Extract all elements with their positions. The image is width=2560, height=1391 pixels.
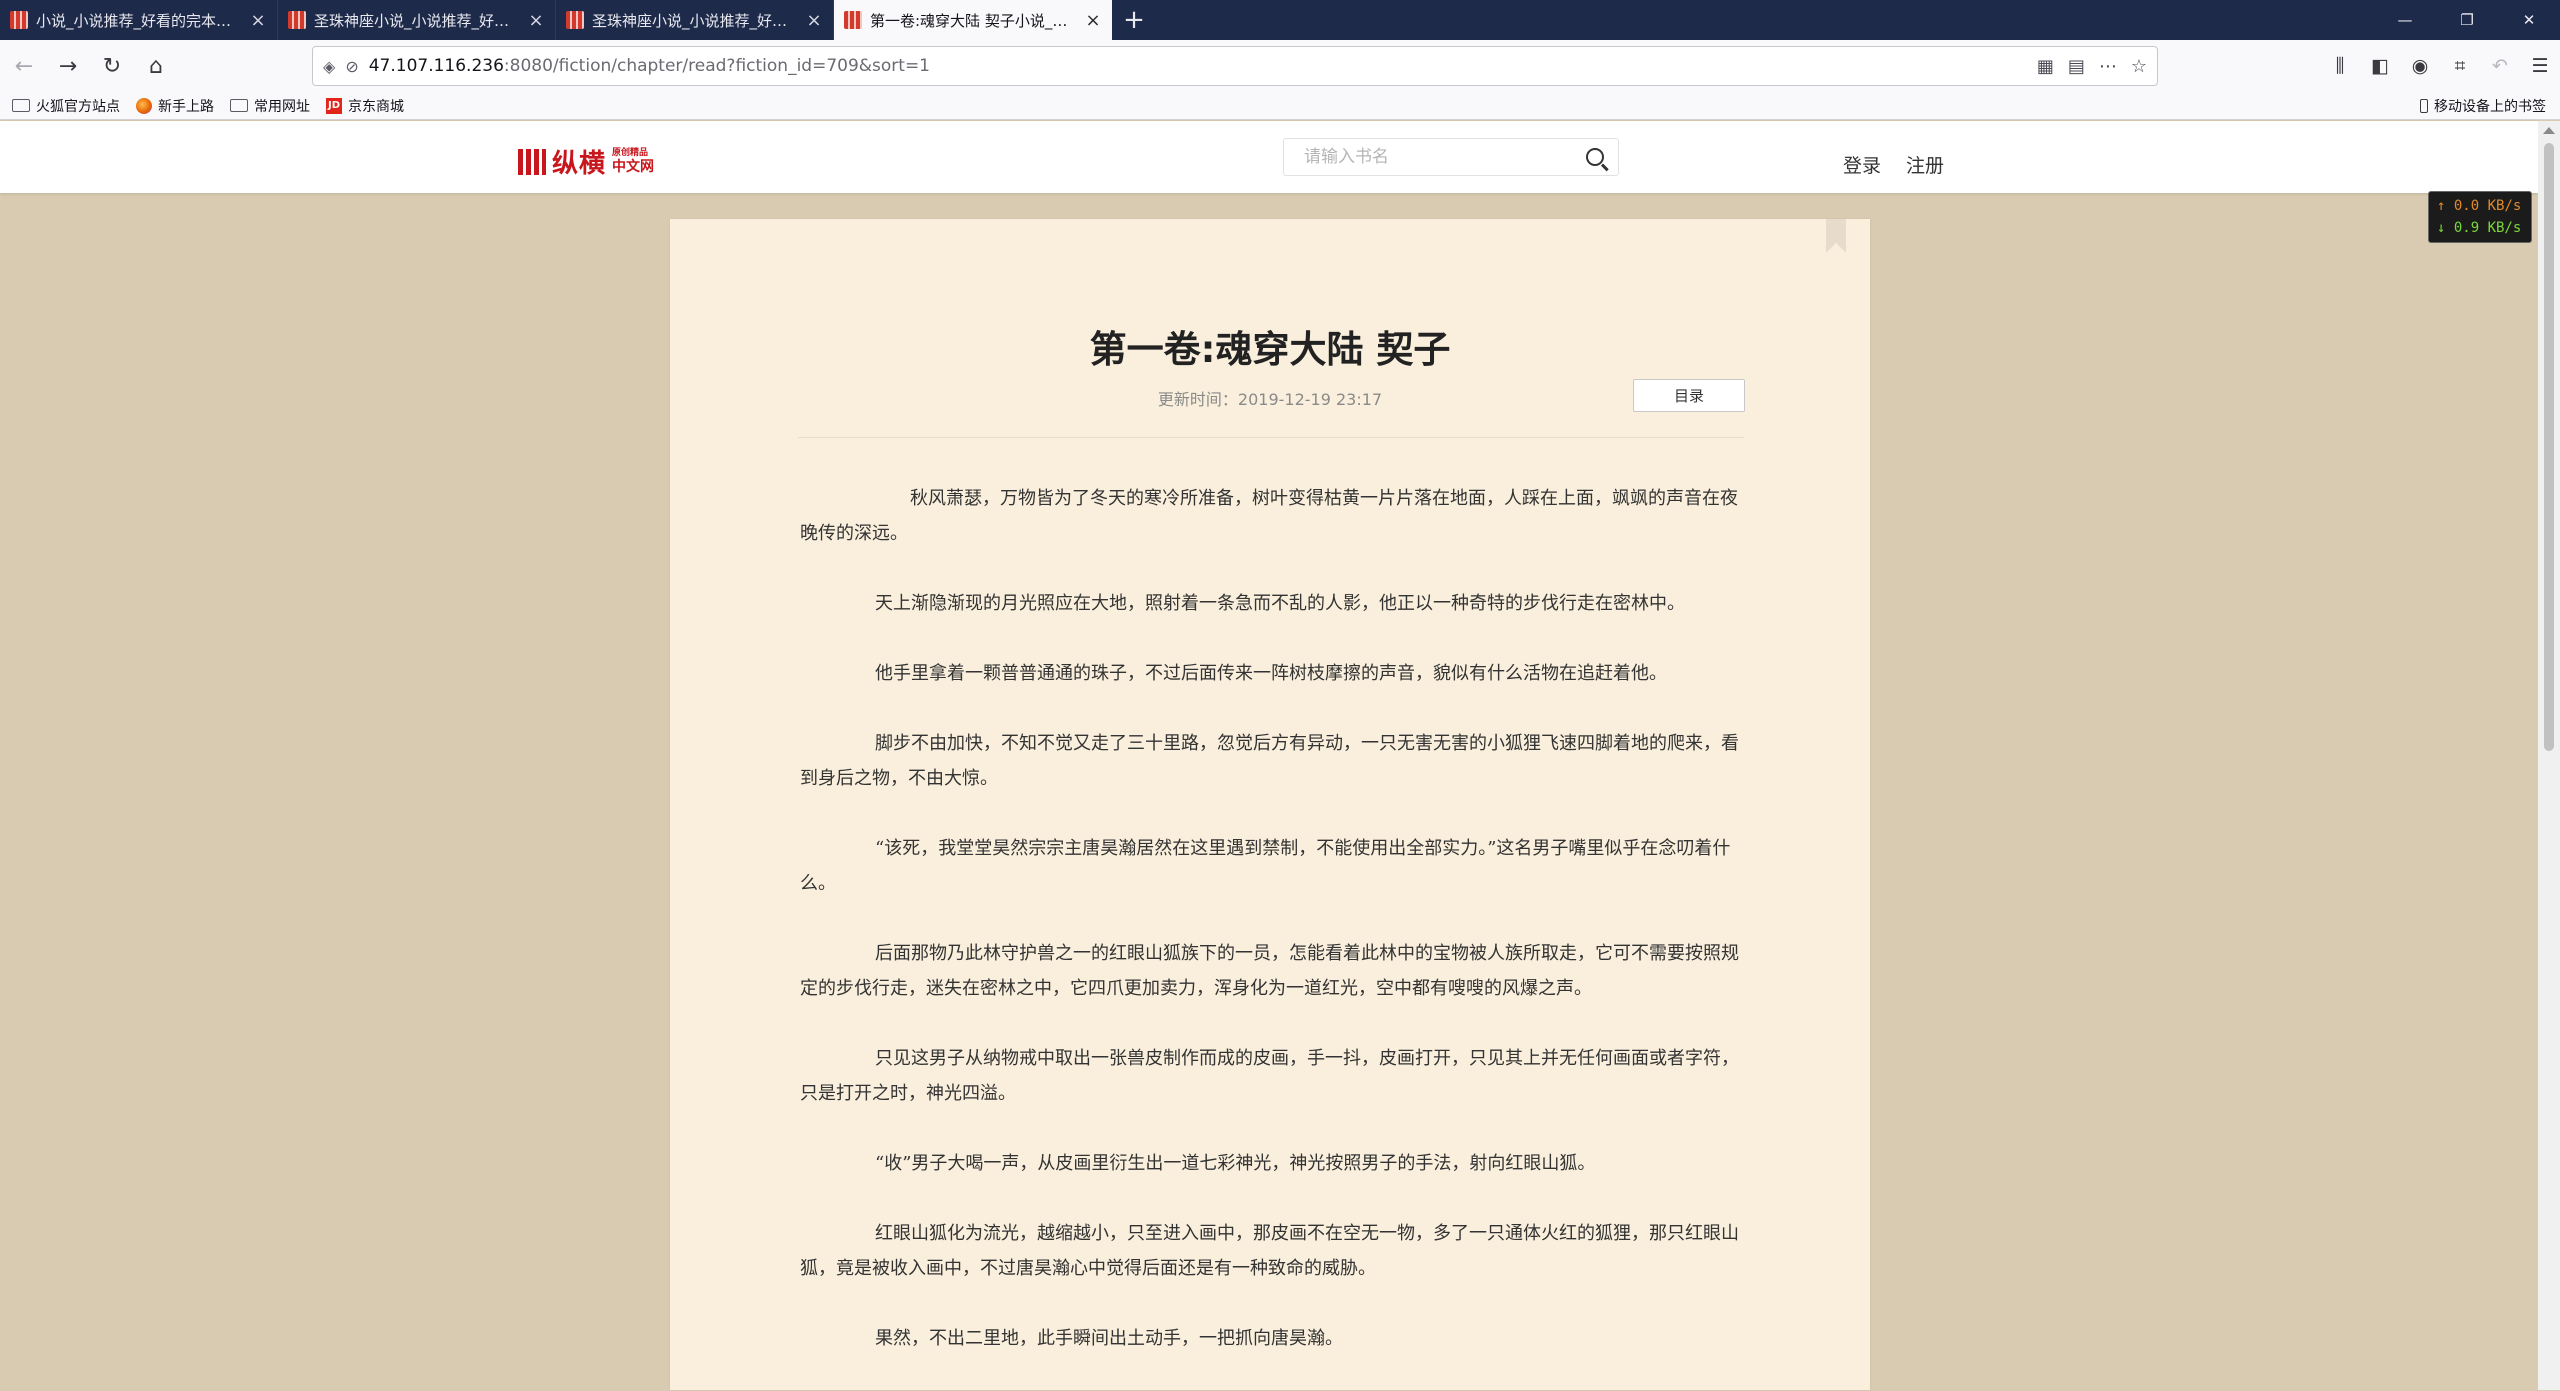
site-favicon-icon [566,11,584,29]
close-tab-icon[interactable]: × [527,10,545,31]
logo-sub-top: 原创精品 [612,148,649,158]
search-button[interactable] [1572,139,1618,175]
logo-text: 纵横 [552,149,607,179]
url-host: 47.107.116.236 [368,56,504,76]
bookmark-star-icon[interactable]: ☆ [2131,56,2147,77]
bookmark-item[interactable]: 常用网址 [230,96,310,116]
insecure-connection-icon[interactable]: ⊘ [345,57,358,76]
paragraph: 他手里拿着一颗普普通通的珠子，不过后面传来一阵树枝摩擦的声音，貌似有什么活物在追… [875,663,1667,684]
paragraph: 后面那物乃此林守护兽之一的红眼山狐族下的一员，怎能看着此林中的宝物被人族所取走，… [800,943,1739,999]
undo-icon[interactable]: ↶ [2480,46,2520,86]
divider [798,437,1744,438]
site-header: 纵横 原创精品 中文网 登录 注册 [0,121,2538,193]
sidebar-icon[interactable]: ◧ [2360,46,2400,86]
search-icon [1586,148,1604,166]
chapter-content: 秋风萧瑟，万物皆为了冬天的寒冷所准备，树叶变得枯黄一片片落在地面，人踩在上面，飒… [800,481,1746,1391]
site-favicon-icon [10,11,28,29]
phone-icon [2420,99,2428,113]
paragraph: “收”男子大喝一声，从皮画里衍生出一道七彩神光，神光按照男子的手法，射向红眼山狐… [875,1153,1596,1174]
tab-title: 圣珠神座小说_小说推荐_好看的 [592,11,797,30]
search-box [1283,138,1619,176]
address-bar[interactable]: ◈ ⊘ 47.107.116.236:8080/fiction/chapter/… [312,46,2158,86]
logo-subtitle: 原创精品 中文网 [612,148,654,175]
bookmark-label: 京东商城 [348,98,404,115]
reload-button[interactable]: ↻ [92,46,132,86]
login-link[interactable]: 登录 [1843,151,1881,178]
bookmark-item[interactable]: 火狐官方站点 [12,96,120,116]
tab-strip: 小说_小说推荐_好看的完本免费 × 圣珠神座小说_小说推荐_好看的 × 圣珠神座… [0,0,2560,40]
browser-tab[interactable]: 小说_小说推荐_好看的完本免费 × [0,0,278,40]
chapter-page: 第一卷:魂穿大陆 契子 更新时间：2019-12-19 23:17 目录 秋风萧… [670,219,1870,1390]
paragraph: 只见这男子从纳物戒中取出一张兽皮制作而成的皮画，手一抖，皮画打开，只见其上并无任… [800,1048,1739,1104]
close-tab-icon[interactable]: × [805,10,823,31]
bookmark-ribbon-icon[interactable] [1826,219,1846,253]
site-logo[interactable]: 纵横 原创精品 中文网 [518,143,654,180]
firefox-icon [136,97,152,114]
paragraph: 红眼山狐化为流光，越缩越小，只至进入画中，那皮画不在空无一物，多了一只通体火红的… [800,1223,1739,1279]
site-favicon-icon [844,11,862,29]
home-button[interactable]: ⌂ [136,46,176,86]
mobile-bookmarks[interactable]: 移动设备上的书签 [2420,92,2546,120]
tab-title: 第一卷:魂穿大陆 契子小说_小说 [870,11,1076,30]
more-actions-icon[interactable]: ⋯ [2099,56,2117,77]
qr-code-icon[interactable]: ▦ [2037,56,2054,77]
download-speed: ↓ 0.9 KB/s [2437,220,2522,236]
page-scrollbar[interactable] [2538,121,2560,1390]
minimize-button[interactable]: — [2374,0,2436,40]
restore-button[interactable]: ❐ [2436,0,2498,40]
paragraph: 脚步不由加快，不知不觉又走了三十里路，忽觉后方有异动，一只无害无害的小狐狸飞速四… [800,733,1739,789]
network-speed-widget: ↑ 0.0 KB/s ↓ 0.9 KB/s [2428,191,2532,243]
bookmark-label: 火狐官方站点 [36,98,120,115]
bookmark-label: 常用网址 [254,98,310,115]
close-tab-icon[interactable]: × [249,10,267,31]
back-button[interactable]: ← [4,46,44,86]
paragraph: 天上渐隐渐现的月光照应在大地，照射着一条急而不乱的人影，他正以一种奇特的步伐行走… [875,593,1685,614]
site-favicon-icon [288,11,306,29]
paragraph: 果然，不出二里地，此手瞬间出土动手，一把抓向唐昊瀚。 [875,1328,1343,1349]
tab-title: 小说_小说推荐_好看的完本免费 [36,11,241,30]
scroll-up-icon[interactable] [2543,127,2555,134]
window-controls: — ❐ ✕ [2374,0,2560,40]
bookmarks-toolbar: 火狐官方站点 新手上路 常用网址 JD 京东商城 移动设备上的书签 [0,92,2560,120]
table-of-contents-button[interactable]: 目录 [1633,379,1745,412]
register-link[interactable]: 注册 [1906,151,1944,178]
upload-speed: ↑ 0.0 KB/s [2437,198,2522,214]
menu-icon[interactable]: ☰ [2520,46,2560,86]
folder-icon [12,99,30,112]
new-tab-button[interactable]: + [1112,0,1156,40]
url-actions: ▦ ▤ ⋯ ☆ [2037,56,2147,77]
jd-icon: JD [326,97,342,114]
browser-tab-active[interactable]: 第一卷:魂穿大陆 契子小说_小说 × [834,0,1112,40]
library-icon[interactable]: ⫼ [2320,46,2360,86]
logo-sub-bottom: 中文网 [612,159,655,175]
url-path: :8080/fiction/chapter/read?fiction_id=70… [503,56,931,76]
account-icon[interactable]: ◉ [2400,46,2440,86]
search-input[interactable] [1302,146,1572,168]
bookmark-item[interactable]: 新手上路 [136,96,214,116]
browser-tab[interactable]: 圣珠神座小说_小说推荐_好看的 × [278,0,556,40]
close-tab-icon[interactable]: × [1084,10,1102,31]
close-window-button[interactable]: ✕ [2498,0,2560,40]
navigation-toolbar: ← → ↻ ⌂ ◈ ⊘ 47.107.116.236:8080/fiction/… [0,40,2560,92]
tab-title: 圣珠神座小说_小说推荐_好看的 [314,11,519,30]
bookmark-label: 新手上路 [158,98,214,115]
bookmark-item[interactable]: JD 京东商城 [326,96,404,116]
paragraph: 秋风萧瑟，万物皆为了冬天的寒冷所准备，树叶变得枯黄一片片落在地面，人踩在上面，飒… [800,488,1738,544]
mobile-bookmarks-label: 移动设备上的书签 [2434,99,2546,115]
url-text[interactable]: 47.107.116.236:8080/fiction/chapter/read… [369,56,2027,76]
reader-view-icon[interactable]: ▤ [2068,56,2085,77]
screenshot-icon[interactable]: ⌗ [2440,46,2480,86]
scrollbar-thumb[interactable] [2544,143,2554,751]
paragraph: “该死，我堂堂昊然宗宗主唐昊瀚居然在这里遇到禁制，不能使用出全部实力。”这名男子… [800,838,1731,894]
browser-tab[interactable]: 圣珠神座小说_小说推荐_好看的 × [556,0,834,40]
toolbar-right: ⫼ ◧ ◉ ⌗ ↶ ☰ [2320,46,2560,86]
forward-button[interactable]: → [48,46,88,86]
logo-mark-icon [518,148,546,175]
tracking-protection-icon[interactable]: ◈ [323,57,335,76]
folder-icon [230,99,248,112]
chapter-title: 第一卷:魂穿大陆 契子 [1089,328,1451,371]
